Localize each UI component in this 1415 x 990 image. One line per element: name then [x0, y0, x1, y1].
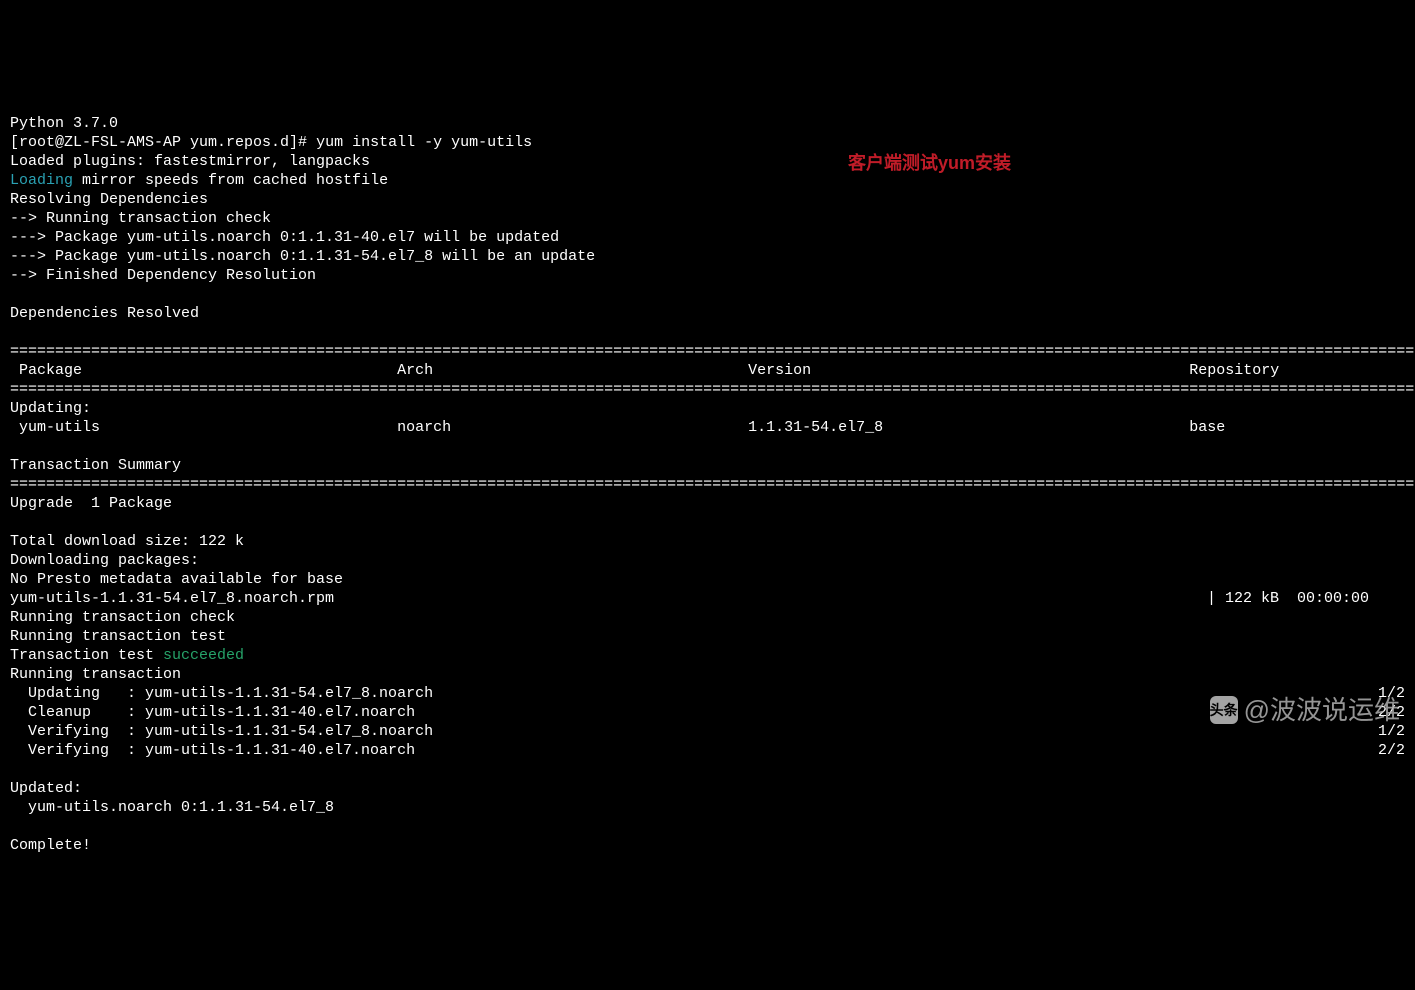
watermark: 头条 @波波说运维: [1210, 696, 1400, 724]
line-mirror: mirror speeds from cached hostfile: [73, 172, 388, 189]
step-verify: Verifying : yum-utils-1.1.31-54.el7_8.no…: [10, 722, 433, 741]
shell-prompt: [root@ZL-FSL-AMS-AP yum.repos.d]#: [10, 134, 316, 151]
line-plugins: Loaded plugins: fastestmirror, langpacks: [10, 153, 370, 170]
line-pkg-new: ---> Package yum-utils.noarch 0:1.1.31-5…: [10, 248, 595, 265]
step-count: 1/2: [1378, 722, 1405, 741]
step-verify: Verifying : yum-utils-1.1.31-40.el7.noar…: [10, 741, 415, 760]
step-cleanup: Cleanup : yum-utils-1.1.31-40.el7.noarch: [10, 703, 415, 722]
watermark-logo-icon: 头条: [1210, 696, 1238, 724]
annotation-label: 客户端测试yum安装: [848, 154, 1011, 173]
terminal-output[interactable]: 客户端测试yum安装 Python 3.7.0 [root@ZL-FSL-AMS…: [0, 76, 1415, 857]
line-downloading: Downloading packages:: [10, 552, 199, 569]
loading-word: Loading: [10, 172, 73, 189]
line-upgrade-count: Upgrade 1 Package: [10, 495, 172, 512]
progress-row: Updating : yum-utils-1.1.31-54.el7_8.noa…: [10, 684, 1405, 703]
line-finished: --> Finished Dependency Resolution: [10, 267, 316, 284]
command-text: yum install -y yum-utils: [316, 134, 532, 151]
table-header: Package Arch Version Repository Size: [10, 362, 1415, 379]
succeeded-word: succeeded: [163, 647, 244, 664]
line-run-test: Running transaction test: [10, 628, 226, 645]
section-summary: Transaction Summary: [10, 457, 181, 474]
download-row: yum-utils-1.1.31-54.el7_8.noarch.rpm | 12…: [10, 589, 1405, 608]
progress-row: Verifying : yum-utils-1.1.31-54.el7_8.no…: [10, 722, 1405, 741]
line-deps-resolved: Dependencies Resolved: [10, 305, 199, 322]
line-test-result: Transaction test: [10, 647, 163, 664]
line-total-size: Total download size: 122 k: [10, 533, 244, 550]
step-updating: Updating : yum-utils-1.1.31-54.el7_8.noa…: [10, 684, 433, 703]
rpm-name: yum-utils-1.1.31-54.el7_8.noarch.rpm: [10, 589, 334, 608]
updated-pkg: yum-utils.noarch 0:1.1.31-54.el7_8: [10, 799, 334, 816]
separator: ========================================…: [10, 343, 1415, 360]
line-trans-check: --> Running transaction check: [10, 210, 271, 227]
line-presto: No Presto metadata available for base: [10, 571, 343, 588]
separator: ========================================…: [10, 476, 1415, 493]
section-updating: Updating:: [10, 400, 91, 417]
table-row: yum-utils noarch 1.1.31-54.el7_8 base 12…: [10, 419, 1415, 436]
progress-row: Verifying : yum-utils-1.1.31-40.el7.noar…: [10, 741, 1405, 760]
section-updated: Updated:: [10, 780, 82, 797]
line-resolving: Resolving Dependencies: [10, 191, 208, 208]
line-pkg-old: ---> Package yum-utils.noarch 0:1.1.31-4…: [10, 229, 559, 246]
watermark-text: @波波说运维: [1244, 701, 1400, 720]
separator: ========================================…: [10, 381, 1415, 398]
rpm-progress: | 122 kB 00:00:00: [1207, 589, 1405, 608]
step-count: 2/2: [1378, 741, 1405, 760]
line-run-trans: Running transaction: [10, 666, 181, 683]
line-run-check: Running transaction check: [10, 609, 235, 626]
line-complete: Complete!: [10, 837, 91, 854]
line-python: Python 3.7.0: [10, 115, 118, 132]
progress-row: Cleanup : yum-utils-1.1.31-40.el7.noarch…: [10, 703, 1405, 722]
